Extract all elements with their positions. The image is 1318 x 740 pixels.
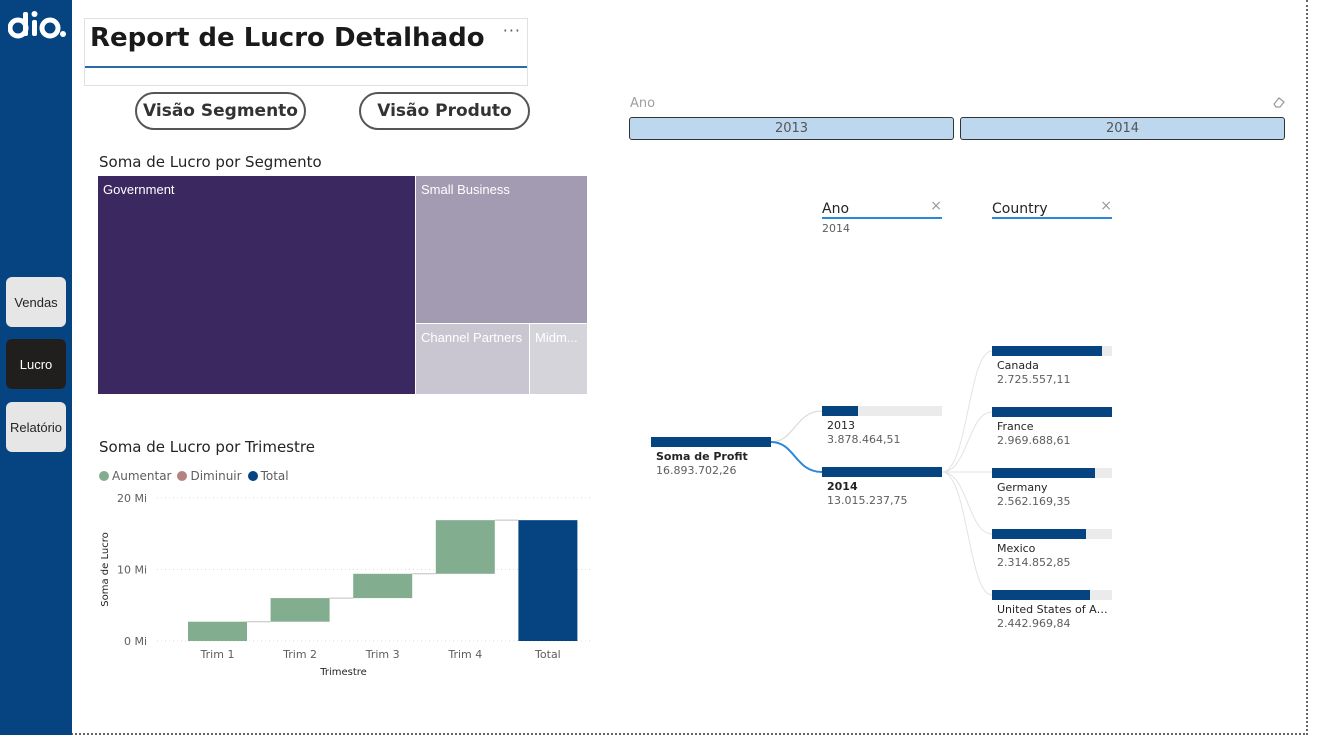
decomp-label: United States of Am...	[997, 603, 1115, 616]
decomp-value: 3.878.464,51	[827, 433, 901, 446]
decomp-label: 2013	[827, 419, 855, 432]
decomp-bar	[651, 437, 771, 447]
decomp-connectors	[770, 350, 993, 596]
decomp-bar	[822, 467, 942, 477]
decomp-value: 2.969.688,61	[997, 434, 1071, 447]
decomp-value: 2.314.852,85	[997, 556, 1071, 569]
decomp-label: Soma de Profit	[656, 450, 748, 463]
decomp-label: Germany	[997, 481, 1048, 494]
decomp-bar	[992, 407, 1112, 417]
decomp-bar	[992, 529, 1086, 539]
decomp-value: 13.015.237,75	[827, 494, 908, 507]
decomp-bar	[822, 406, 858, 416]
decomp-bar	[992, 468, 1096, 478]
decomp-label: Canada	[997, 359, 1039, 372]
decomp-bar	[992, 590, 1091, 600]
decomp-value: 2.562.169,35	[997, 495, 1071, 508]
decomp-label: Mexico	[997, 542, 1036, 555]
decomp-value: 16.893.702,26	[656, 464, 737, 477]
decomp-bar	[992, 346, 1103, 356]
decomp-label: 2014	[827, 480, 858, 493]
decomp-label: France	[997, 420, 1034, 433]
decomp-value: 2.442.969,84	[997, 617, 1071, 630]
decomp-value: 2.725.557,11	[997, 373, 1071, 386]
